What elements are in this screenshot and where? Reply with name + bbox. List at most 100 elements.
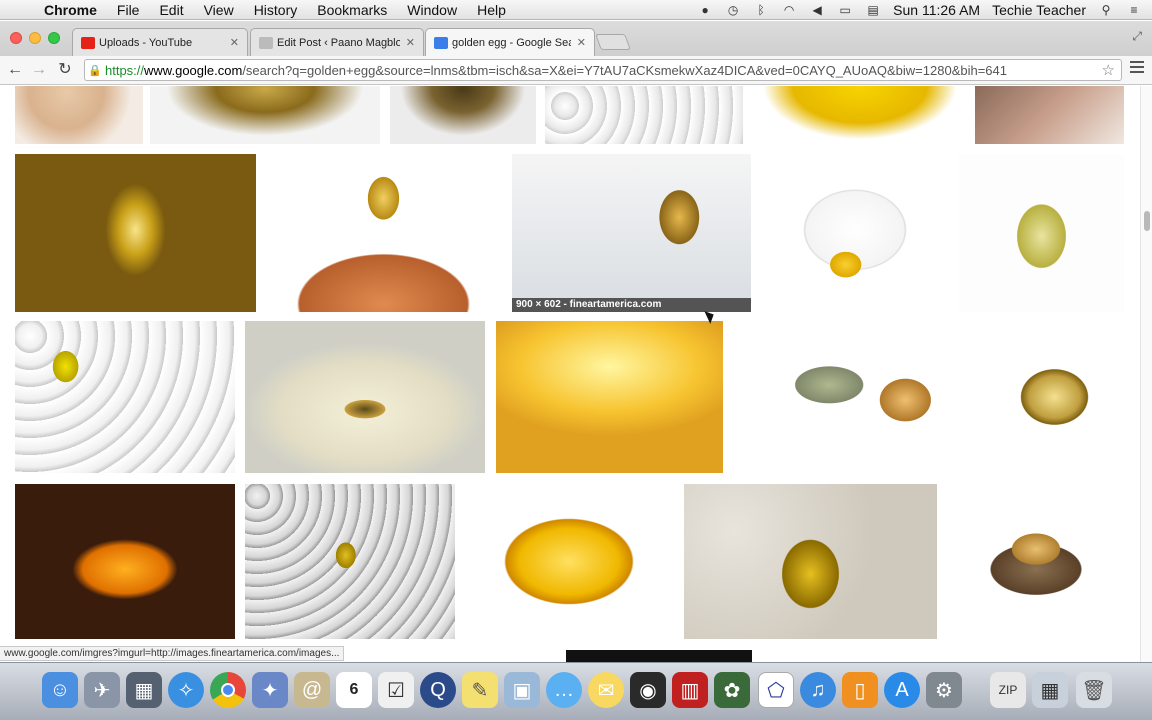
tab-youtube[interactable]: Uploads - YouTube ✕ (72, 28, 248, 56)
tab-close-icon[interactable]: ✕ (406, 36, 415, 49)
window-close-button[interactable] (10, 32, 22, 44)
lock-icon: 🔒 (88, 64, 102, 77)
image-result-7[interactable] (266, 154, 501, 312)
grid-icon[interactable]: ▦ (1032, 672, 1068, 708)
launchpad-icon[interactable]: ✈ (84, 672, 120, 708)
appstore-icon[interactable]: A (884, 672, 920, 708)
scrollbar-thumb[interactable] (1144, 211, 1150, 231)
google-favicon-icon (434, 36, 448, 49)
battery-icon[interactable]: ▭ (837, 3, 853, 17)
tab-edit-post[interactable]: Edit Post ‹ Paano Magblog ✕ (250, 28, 424, 56)
itunes-icon[interactable]: ♫ (800, 672, 836, 708)
bookmark-star-icon[interactable]: ☆ (1102, 61, 1115, 79)
photobooth-icon[interactable]: ▥ (672, 672, 708, 708)
menu-edit[interactable]: Edit (159, 2, 183, 18)
menu-history[interactable]: History (254, 2, 298, 18)
youtube-favicon-icon (81, 36, 95, 49)
image-result-17[interactable] (245, 484, 455, 639)
menu-window[interactable]: Window (407, 2, 457, 18)
bluetooth-icon[interactable]: ᛒ (753, 3, 769, 17)
flag-icon[interactable]: ▤ (865, 3, 881, 17)
quicktime-icon[interactable]: Q (420, 672, 456, 708)
calendar-day: 6 (349, 681, 359, 698)
menu-help[interactable]: Help (477, 2, 506, 18)
tab-close-icon[interactable]: ✕ (577, 36, 586, 49)
new-tab-button[interactable] (595, 34, 631, 50)
menu-clock[interactable]: Sun 11:26 AM (893, 2, 980, 18)
notification-icon[interactable]: ≡ (1126, 3, 1142, 17)
page-favicon-icon (259, 36, 273, 49)
camera-icon[interactable]: ◉ (630, 672, 666, 708)
back-icon[interactable]: ← (4, 60, 26, 80)
safari-icon[interactable]: ✧ (168, 672, 204, 708)
iphoto-icon[interactable]: ✿ (714, 672, 750, 708)
url-scheme: https:// (105, 62, 145, 78)
browser-toolbar: ← → ↻ 🔒 https://www.google.com/search?q=… (0, 56, 1152, 85)
stickies-icon[interactable]: ✎ (462, 672, 498, 708)
reload-icon[interactable]: ↻ (54, 60, 76, 80)
ibooks-icon[interactable]: ▯ (842, 672, 878, 708)
address-bar[interactable]: 🔒 https://www.google.com/search?q=golden… (84, 59, 1122, 81)
url-path: /search?q=golden+egg&source=lnms&tbm=isc… (242, 62, 1007, 78)
system-icon[interactable]: ▦ (126, 672, 162, 708)
window-minimize-button[interactable] (29, 32, 41, 44)
preferences-icon[interactable]: ⚙ (926, 672, 962, 708)
tab-label: Uploads - YouTube (99, 36, 193, 49)
image-result-2[interactable] (390, 86, 536, 144)
image-result-8[interactable]: 900 × 602 - fineartamerica.com (512, 154, 751, 312)
image-hover-tooltip: 900 × 602 - fineartamerica.com (512, 298, 751, 312)
geogebra-icon[interactable]: ⬠ (758, 672, 794, 708)
image-result-16[interactable] (15, 484, 235, 639)
wifi-icon[interactable]: ◠ (781, 3, 797, 17)
image-result-20[interactable] (948, 484, 1124, 639)
menu-view[interactable]: View (204, 2, 234, 18)
messages-icon[interactable]: … (546, 672, 582, 708)
archive-icon[interactable]: ZIP (990, 672, 1026, 708)
trash-icon[interactable]: 🗑 (1076, 672, 1112, 708)
time-machine-icon[interactable]: ◷ (725, 3, 741, 17)
volume-icon[interactable]: ◀ (809, 3, 825, 17)
menu-file[interactable]: File (117, 2, 140, 18)
finder-icon[interactable]: ☺ (42, 672, 78, 708)
tab-google-search[interactable]: golden egg - Google Searc ✕ (425, 28, 595, 56)
record-icon[interactable]: ● (697, 3, 713, 17)
tab-label: Edit Post ‹ Paano Magblog (277, 36, 400, 49)
app-menu-chrome[interactable]: Chrome (44, 2, 97, 18)
image-result-19[interactable] (684, 484, 937, 639)
fullscreen-icon[interactable]: ⤢ (1132, 29, 1142, 44)
chrome-icon[interactable] (210, 672, 246, 708)
image-result-14[interactable] (734, 321, 972, 473)
forward-icon[interactable]: → (28, 60, 50, 80)
status-bar-link: www.google.com/imgres?imgurl=http://imag… (0, 646, 345, 661)
image-result-9[interactable] (762, 154, 948, 312)
tab-close-icon[interactable]: ✕ (230, 36, 239, 49)
image-result-4[interactable] (755, 86, 965, 144)
facetime-icon[interactable]: ✉ (588, 672, 624, 708)
photos-icon[interactable]: ▣ (504, 672, 540, 708)
image-result-6[interactable] (15, 154, 256, 312)
spotlight-icon[interactable]: ⚲ (1098, 3, 1114, 17)
image-result-3[interactable] (545, 86, 743, 144)
image-result-0[interactable] (15, 86, 143, 144)
reminders-icon[interactable]: ☑ (378, 672, 414, 708)
preview-icon[interactable]: ✦ (252, 672, 288, 708)
url-host: www.google.com (144, 62, 243, 78)
chrome-menu-icon[interactable] (1130, 61, 1144, 76)
menu-bar: Chrome File Edit View History Bookmarks … (0, 0, 1152, 20)
calendar-icon[interactable]: 6 (336, 672, 372, 708)
image-result-1[interactable] (150, 86, 380, 144)
image-result-10[interactable] (959, 154, 1124, 312)
image-result-5[interactable] (975, 86, 1124, 144)
page-scrollbar[interactable] (1140, 86, 1152, 662)
image-result-13[interactable] (496, 321, 723, 473)
image-result-partial[interactable] (566, 650, 752, 662)
image-result-12[interactable] (245, 321, 485, 473)
image-result-11[interactable] (15, 321, 235, 473)
menu-user[interactable]: Techie Teacher (992, 2, 1086, 18)
menu-bookmarks[interactable]: Bookmarks (317, 2, 387, 18)
image-result-15[interactable] (985, 340, 1124, 454)
dock: ☺ ✈ ▦ ✧ ✦ @ 6 ☑ Q ✎ ▣ … ✉ ◉ ▥ ✿ ⬠ ♫ ▯ A … (0, 662, 1152, 720)
window-maximize-button[interactable] (48, 32, 60, 44)
mail-icon[interactable]: @ (294, 672, 330, 708)
image-result-18[interactable] (465, 484, 673, 639)
